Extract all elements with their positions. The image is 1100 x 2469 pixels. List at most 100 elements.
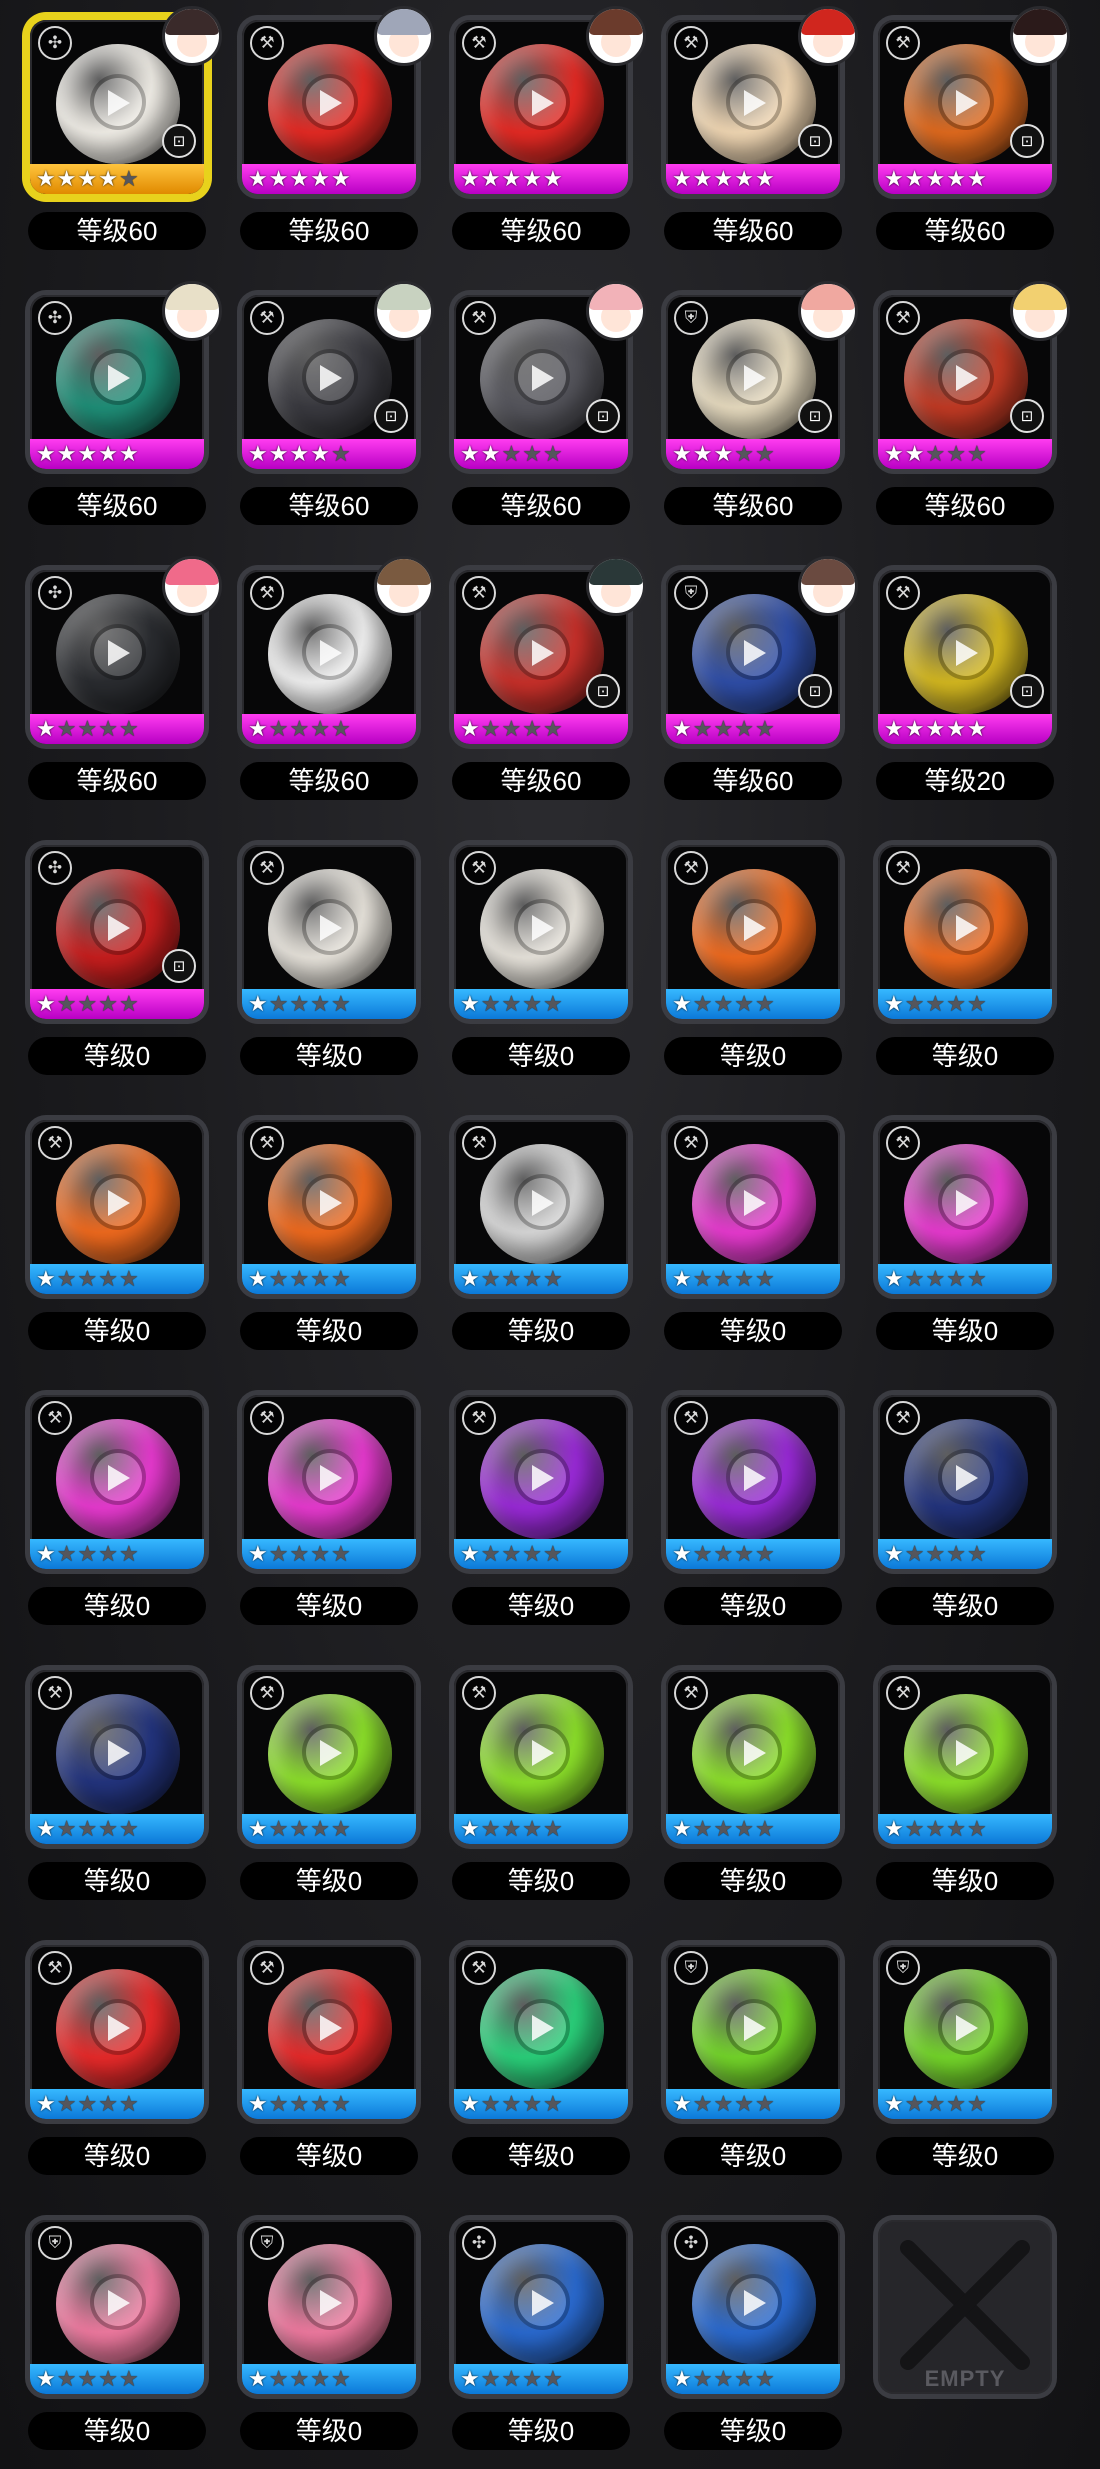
character-avatar[interactable] [374,556,434,616]
item-card[interactable]: ⚒ ★ ★ ★ ★ ★ [454,1395,628,1569]
lock-icon[interactable]: ⊡ [586,399,620,433]
item-slot[interactable]: ⚒ ⊡ ★ ★ ★ ★ ★ 等级20 [870,556,1060,806]
empty-slot[interactable]: EMPTY [870,2206,1060,2456]
item-card[interactable]: ⚒ ★ ★ ★ ★ ★ [666,1395,840,1569]
item-card[interactable]: ⚒ ★ ★ ★ ★ ★ [454,1945,628,2119]
character-avatar[interactable] [798,556,858,616]
item-slot[interactable]: ✣ ⊡ ★ ★ ★ ★ ★ 等级60 [22,6,222,256]
lock-icon[interactable]: ⊡ [162,949,196,983]
item-slot[interactable]: ⚒ ★ ★ ★ ★ ★ 等级0 [658,1656,848,1906]
item-slot[interactable]: ⛨ ★ ★ ★ ★ ★ 等级0 [870,1931,1060,2181]
character-avatar[interactable] [798,281,858,341]
item-card[interactable]: ⚒ ★ ★ ★ ★ ★ [30,1120,204,1294]
item-card[interactable]: ⚒ ★ ★ ★ ★ ★ [666,1670,840,1844]
item-slot[interactable]: ⚒ ★ ★ ★ ★ ★ 等级0 [658,1106,848,1356]
item-slot[interactable]: ⚒ ★ ★ ★ ★ ★ 等级0 [22,1381,212,1631]
item-card[interactable]: ⚒ ★ ★ ★ ★ ★ [242,1945,416,2119]
lock-icon[interactable]: ⊡ [162,124,196,158]
item-slot[interactable]: ✣ ⊡ ★ ★ ★ ★ ★ 等级0 [22,831,212,1081]
item-slot[interactable]: ⚒ ★ ★ ★ ★ ★ 等级0 [658,831,848,1081]
character-avatar[interactable] [586,556,646,616]
lock-icon[interactable]: ⊡ [1010,399,1044,433]
item-slot[interactable]: ⛨ ⊡ ★ ★ ★ ★ ★ 等级60 [658,281,858,531]
item-card[interactable]: ⚒ ★ ★ ★ ★ ★ [242,1395,416,1569]
item-card[interactable]: ⚒ ★ ★ ★ ★ ★ [454,1670,628,1844]
item-slot[interactable]: ⚒ ★ ★ ★ ★ ★ 等级0 [234,831,424,1081]
item-slot[interactable]: ⚒ ⊡ ★ ★ ★ ★ ★ 等级60 [870,281,1070,531]
item-card[interactable]: ⚒ ★ ★ ★ ★ ★ [666,1120,840,1294]
item-card[interactable]: ⚒ ★ ★ ★ ★ ★ [30,1945,204,2119]
item-card[interactable]: ✣ ⊡ ★ ★ ★ ★ ★ [30,845,204,1019]
item-slot[interactable]: ⛨ ★ ★ ★ ★ ★ 等级0 [22,2206,212,2456]
item-slot[interactable]: ⚒ ★ ★ ★ ★ ★ 等级60 [446,6,646,256]
character-avatar[interactable] [162,6,222,66]
item-card[interactable]: ⚒ ★ ★ ★ ★ ★ [242,1670,416,1844]
character-avatar[interactable] [586,281,646,341]
item-slot[interactable]: ⚒ ★ ★ ★ ★ ★ 等级0 [870,1381,1060,1631]
item-card[interactable]: ⚒ ★ ★ ★ ★ ★ [30,1395,204,1569]
item-slot[interactable]: ⚒ ★ ★ ★ ★ ★ 等级0 [234,1931,424,2181]
item-card[interactable]: ⚒ ★ ★ ★ ★ ★ [242,1120,416,1294]
item-card[interactable]: ⛨ ★ ★ ★ ★ ★ [30,2220,204,2394]
item-card[interactable]: ⚒ ★ ★ ★ ★ ★ [454,845,628,1019]
character-avatar[interactable] [374,281,434,341]
item-slot[interactable]: ⛨ ★ ★ ★ ★ ★ 等级0 [234,2206,424,2456]
lock-icon[interactable]: ⊡ [1010,674,1044,708]
item-card[interactable]: ✣ ★ ★ ★ ★ ★ [454,2220,628,2394]
lock-icon[interactable]: ⊡ [798,124,832,158]
character-avatar[interactable] [1010,6,1070,66]
lock-icon[interactable]: ⊡ [1010,124,1044,158]
item-slot[interactable]: ⚒ ★ ★ ★ ★ ★ 等级60 [234,556,434,806]
item-slot[interactable]: ✣ ★ ★ ★ ★ ★ 等级60 [22,556,222,806]
lock-icon[interactable]: ⊡ [374,399,408,433]
item-slot[interactable]: ✣ ★ ★ ★ ★ ★ 等级0 [446,2206,636,2456]
item-card[interactable]: ⛨ ★ ★ ★ ★ ★ [666,1945,840,2119]
item-slot[interactable]: ⚒ ★ ★ ★ ★ ★ 等级60 [234,6,434,256]
item-slot[interactable]: ⚒ ⊡ ★ ★ ★ ★ ★ 等级60 [234,281,434,531]
character-avatar[interactable] [1010,281,1070,341]
item-slot[interactable]: ⚒ ★ ★ ★ ★ ★ 等级0 [22,1106,212,1356]
item-card[interactable]: ⚒ ★ ★ ★ ★ ★ [666,845,840,1019]
item-slot[interactable]: ✣ ★ ★ ★ ★ ★ 等级0 [658,2206,848,2456]
item-slot[interactable]: ⚒ ★ ★ ★ ★ ★ 等级0 [446,1656,636,1906]
item-slot[interactable]: ⚒ ★ ★ ★ ★ ★ 等级0 [870,1656,1060,1906]
item-slot[interactable]: ⚒ ★ ★ ★ ★ ★ 等级0 [22,1656,212,1906]
lock-icon[interactable]: ⊡ [586,674,620,708]
lock-icon[interactable]: ⊡ [798,674,832,708]
empty-card[interactable]: EMPTY [878,2220,1052,2394]
item-slot[interactable]: ⚒ ★ ★ ★ ★ ★ 等级0 [446,1381,636,1631]
item-slot[interactable]: ⚒ ⊡ ★ ★ ★ ★ ★ 等级60 [658,6,858,256]
item-slot[interactable]: ⚒ ★ ★ ★ ★ ★ 等级0 [234,1381,424,1631]
item-card[interactable]: ✣ ★ ★ ★ ★ ★ [666,2220,840,2394]
item-card[interactable]: ⚒ ★ ★ ★ ★ ★ [878,1120,1052,1294]
item-card[interactable]: ⚒ ★ ★ ★ ★ ★ [454,1120,628,1294]
character-avatar[interactable] [162,281,222,341]
item-slot[interactable]: ⚒ ★ ★ ★ ★ ★ 等级0 [870,1106,1060,1356]
character-avatar[interactable] [798,6,858,66]
item-slot[interactable]: ⚒ ⊡ ★ ★ ★ ★ ★ 等级60 [446,556,646,806]
item-slot[interactable]: ✣ ★ ★ ★ ★ ★ 等级60 [22,281,222,531]
item-card[interactable]: ⚒ ★ ★ ★ ★ ★ [878,1670,1052,1844]
item-slot[interactable]: ⚒ ⊡ ★ ★ ★ ★ ★ 等级60 [446,281,646,531]
item-slot[interactable]: ⚒ ★ ★ ★ ★ ★ 等级0 [234,1656,424,1906]
item-slot[interactable]: ⚒ ⊡ ★ ★ ★ ★ ★ 等级60 [870,6,1070,256]
item-card[interactable]: ⚒ ★ ★ ★ ★ ★ [878,1395,1052,1569]
character-avatar[interactable] [586,6,646,66]
item-slot[interactable]: ⛨ ★ ★ ★ ★ ★ 等级0 [658,1931,848,2181]
item-slot[interactable]: ⚒ ★ ★ ★ ★ ★ 等级0 [234,1106,424,1356]
item-card[interactable]: ⛨ ★ ★ ★ ★ ★ [878,1945,1052,2119]
item-card[interactable]: ⛨ ★ ★ ★ ★ ★ [242,2220,416,2394]
item-card[interactable]: ⚒ ★ ★ ★ ★ ★ [30,1670,204,1844]
item-slot[interactable]: ⚒ ★ ★ ★ ★ ★ 等级0 [658,1381,848,1631]
character-avatar[interactable] [162,556,222,616]
character-avatar[interactable] [374,6,434,66]
item-card[interactable]: ⚒ ★ ★ ★ ★ ★ [242,845,416,1019]
item-slot[interactable]: ⚒ ★ ★ ★ ★ ★ 等级0 [446,831,636,1081]
item-card[interactable]: ⚒ ★ ★ ★ ★ ★ [878,845,1052,1019]
item-slot[interactable]: ⚒ ★ ★ ★ ★ ★ 等级0 [22,1931,212,2181]
item-slot[interactable]: ⚒ ★ ★ ★ ★ ★ 等级0 [446,1931,636,2181]
item-slot[interactable]: ⚒ ★ ★ ★ ★ ★ 等级0 [870,831,1060,1081]
lock-icon[interactable]: ⊡ [798,399,832,433]
item-card[interactable]: ⚒ ⊡ ★ ★ ★ ★ ★ [878,570,1052,744]
item-slot[interactable]: ⛨ ⊡ ★ ★ ★ ★ ★ 等级60 [658,556,858,806]
